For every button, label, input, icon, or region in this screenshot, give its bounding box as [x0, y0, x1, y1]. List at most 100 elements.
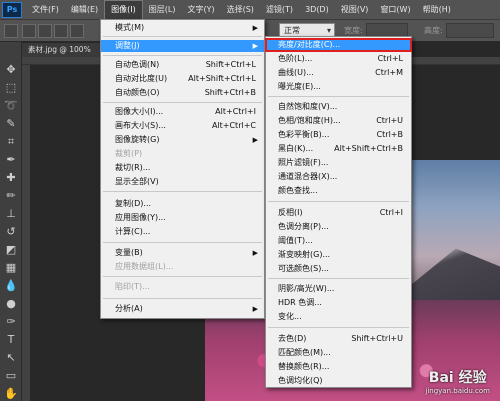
marquee-preset-icon[interactable]	[4, 24, 18, 38]
move-tool-icon[interactable]: ✥	[3, 62, 19, 78]
menu-item-auto-contrast[interactable]: 自动对比度(U) Alt+Shift+Ctrl+L	[101, 73, 264, 85]
menu-separator	[103, 191, 262, 192]
menu-item-channel-mixer[interactable]: 通道混合器(X)...	[266, 171, 411, 183]
menu-item-label: 颜色查找...	[278, 186, 318, 195]
menu-select[interactable]: 选择(S)	[221, 0, 260, 20]
menu-item-label: 模式(M)	[115, 23, 145, 32]
gradient-tool-icon[interactable]: ▦	[3, 260, 19, 276]
menu-edit[interactable]: 编辑(E)	[65, 0, 104, 20]
pen-tool-icon[interactable]: ✑	[3, 314, 19, 330]
vertical-ruler[interactable]	[22, 65, 30, 401]
menu-item-photo-filter[interactable]: 照片滤镜(F)...	[266, 157, 411, 169]
submenu-arrow-icon: ▶	[252, 305, 258, 313]
menu-item-label: 复制(D)...	[115, 199, 152, 208]
menu-layer[interactable]: 图层(L)	[143, 0, 182, 20]
menu-item-hue-saturation[interactable]: 色相/饱和度(H)... Ctrl+U	[266, 115, 411, 127]
path-select-tool-icon[interactable]: ↖	[3, 350, 19, 366]
menu-item-apply-data-set: 应用数据组(L)...	[101, 261, 264, 273]
history-brush-tool-icon[interactable]: ↺	[3, 224, 19, 240]
brush-tool-icon[interactable]: ✏	[3, 188, 19, 204]
subtract-selection-icon[interactable]	[54, 24, 68, 38]
menu-item-color-lookup[interactable]: 颜色查找...	[266, 185, 411, 197]
menu-item-auto-tone[interactable]: 自动色调(N) Shift+Ctrl+L	[101, 59, 264, 71]
menu-item-posterize[interactable]: 色调分离(P)...	[266, 221, 411, 233]
menu-item-shortcut: Ctrl+U	[376, 116, 403, 125]
height-field[interactable]	[446, 23, 494, 38]
menu-image[interactable]: 图像(I)	[104, 0, 143, 19]
menu-item-label: 画布大小(S)...	[115, 121, 166, 130]
menu-item-label: 亮度/对比度(C)...	[278, 40, 341, 49]
menu-item-desaturate[interactable]: 去色(D) Shift+Ctrl+U	[266, 333, 411, 345]
menu-item-analysis[interactable]: 分析(A) ▶	[101, 303, 264, 315]
menu-item-match-color[interactable]: 匹配颜色(M)...	[266, 347, 411, 359]
shape-tool-icon[interactable]: ▭	[3, 368, 19, 384]
quick-select-tool-icon[interactable]: ✎	[3, 116, 19, 132]
menu-filter[interactable]: 滤镜(T)	[260, 0, 299, 20]
eraser-tool-icon[interactable]: ◩	[3, 242, 19, 258]
menu-item-variations[interactable]: 变化...	[266, 311, 411, 323]
menu-item-trim[interactable]: 裁切(R)...	[101, 162, 264, 174]
menu-item-replace-color[interactable]: 替换颜色(R)...	[266, 361, 411, 373]
crop-tool-icon[interactable]: ⌗	[3, 134, 19, 150]
menu-help[interactable]: 帮助(H)	[417, 0, 457, 20]
menu-item-image-size[interactable]: 图像大小(I)... Alt+Ctrl+I	[101, 106, 264, 118]
menu-item-calculations[interactable]: 计算(C)...	[101, 226, 264, 238]
menu-item-image-rotation[interactable]: 图像旋转(G) ▶	[101, 134, 264, 146]
menu-item-black-white[interactable]: 黑白(K)... Alt+Shift+Ctrl+B	[266, 143, 411, 155]
menu-item-equalize[interactable]: 色调均化(Q)	[266, 375, 411, 387]
menu-item-threshold[interactable]: 阈值(T)...	[266, 235, 411, 247]
menu-item-invert[interactable]: 反相(I) Ctrl+I	[266, 207, 411, 219]
healing-tool-icon[interactable]: ✚	[3, 170, 19, 186]
menu-item-adjustments[interactable]: 调整(J) ▶	[101, 40, 264, 52]
menu-item-vibrance[interactable]: 自然饱和度(V)...	[266, 101, 411, 113]
clone-stamp-tool-icon[interactable]: ⊥	[3, 206, 19, 222]
menu-separator	[268, 278, 409, 279]
eyedropper-tool-icon[interactable]: ✒	[3, 152, 19, 168]
menu-item-reveal-all[interactable]: 显示全部(V)	[101, 176, 264, 188]
menu-separator	[268, 327, 409, 328]
menu-item-duplicate[interactable]: 复制(D)...	[101, 198, 264, 210]
menu-item-variables[interactable]: 变量(B) ▶	[101, 247, 264, 259]
hand-tool-icon[interactable]: ✋	[3, 386, 19, 401]
menu-item-hdr-toning[interactable]: HDR 色调...	[266, 297, 411, 309]
menu-item-label: 裁切(R)...	[115, 163, 151, 172]
menu-item-levels[interactable]: 色阶(L)... Ctrl+L	[266, 53, 411, 65]
menu-separator	[103, 276, 262, 277]
menu-item-shadows-highlights[interactable]: 阴影/高光(W)...	[266, 283, 411, 295]
marquee-tool-icon[interactable]: ⬚	[3, 80, 19, 96]
blur-tool-icon[interactable]: 💧	[3, 278, 19, 294]
menu-3d[interactable]: 3D(D)	[299, 0, 335, 20]
watermark-main: Bai 经验	[428, 370, 487, 386]
menu-view[interactable]: 视图(V)	[335, 0, 375, 20]
menu-item-apply-image[interactable]: 应用图像(Y)...	[101, 212, 264, 224]
menu-item-curves[interactable]: 曲线(U)... Ctrl+M	[266, 67, 411, 79]
menu-item-auto-color[interactable]: 自动颜色(O) Shift+Ctrl+B	[101, 87, 264, 99]
menu-separator	[268, 201, 409, 202]
menu-type[interactable]: 文字(Y)	[181, 0, 220, 20]
menu-item-exposure[interactable]: 曝光度(E)...	[266, 81, 411, 93]
add-selection-icon[interactable]	[38, 24, 52, 38]
menu-item-label: 渐变映射(G)...	[278, 250, 331, 259]
height-label: 高度:	[424, 26, 443, 35]
image-menu-dropdown: 模式(M) ▶ 调整(J) ▶ 自动色调(N) Shift+Ctrl+L 自动对比度(…	[100, 19, 265, 319]
lasso-tool-icon[interactable]: ➰	[3, 98, 19, 114]
menu-item-canvas-size[interactable]: 画布大小(S)... Alt+Ctrl+C	[101, 120, 264, 132]
menu-item-brightness-contrast[interactable]: 亮度/对比度(C)...	[265, 38, 412, 52]
new-selection-icon[interactable]	[22, 24, 36, 38]
menu-item-gradient-map[interactable]: 渐变映射(G)...	[266, 249, 411, 261]
menu-item-selective-color[interactable]: 可选颜色(S)...	[266, 263, 411, 275]
type-tool-icon[interactable]: T	[3, 332, 19, 348]
menu-item-label: 通道混合器(X)...	[278, 172, 338, 181]
dodge-tool-icon[interactable]: ●	[3, 296, 19, 312]
menu-bar: Ps 文件(F) 编辑(E) 图像(I) 图层(L) 文字(Y) 选择(S) 滤…	[0, 0, 500, 20]
menu-item-label: 变化...	[278, 312, 302, 321]
document-tab[interactable]: 素材.jpg @ 100%	[22, 43, 104, 57]
menu-item-color-balance[interactable]: 色彩平衡(B)... Ctrl+B	[266, 129, 411, 141]
menu-file[interactable]: 文件(F)	[26, 0, 65, 20]
menu-item-mode[interactable]: 模式(M) ▶	[101, 22, 264, 34]
intersect-selection-icon[interactable]	[70, 24, 84, 38]
menu-separator	[268, 96, 409, 97]
menu-window[interactable]: 窗口(W)	[374, 0, 416, 20]
menu-item-shortcut: Shift+Ctrl+U	[351, 334, 403, 343]
menu-separator	[103, 102, 262, 103]
